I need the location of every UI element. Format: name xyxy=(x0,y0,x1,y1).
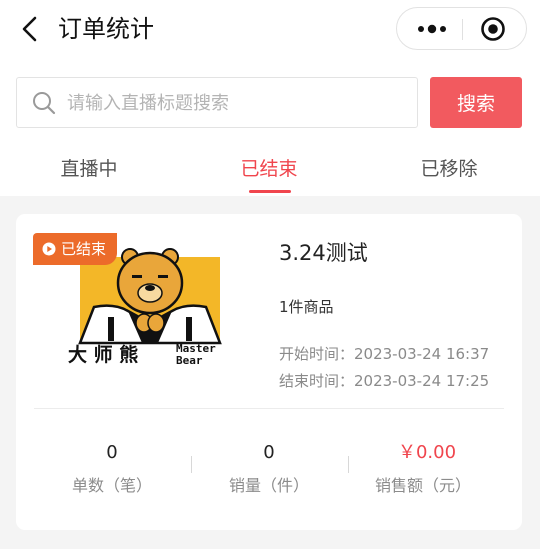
nav-bar: 订单统计 xyxy=(0,0,540,60)
back-arrow-icon[interactable] xyxy=(16,12,46,46)
tab-live[interactable]: 直播中 xyxy=(29,155,149,183)
sales-amount-label: 销售额（元） xyxy=(374,476,471,495)
more-icon[interactable] xyxy=(415,20,449,38)
sales-volume-value: 0 xyxy=(263,442,275,463)
svg-text:大 师 熊: 大 师 熊 xyxy=(68,343,138,366)
live-title: 3.24测试 xyxy=(279,241,368,265)
page-title: 订单统计 xyxy=(58,15,154,43)
card-divider xyxy=(34,408,504,409)
close-target-icon[interactable] xyxy=(480,16,506,42)
play-circle-icon xyxy=(42,242,56,256)
search-icon xyxy=(33,92,56,115)
sales-volume-label: 销量（件） xyxy=(228,476,309,495)
stat-divider xyxy=(191,456,192,473)
search-button[interactable]: 搜索 xyxy=(430,77,522,128)
mini-program-capsule xyxy=(396,7,527,50)
tab-ended[interactable]: 已结束 xyxy=(209,155,329,183)
svg-text:Bear: Bear xyxy=(176,354,203,367)
order-count-value: 0 xyxy=(106,442,118,463)
active-tab-indicator xyxy=(249,190,291,193)
capsule-divider xyxy=(462,19,463,40)
tab-removed[interactable]: 已移除 xyxy=(389,155,509,183)
status-badge: 已结束 xyxy=(33,233,117,265)
goods-count: 1件商品 xyxy=(279,298,334,316)
start-time: 开始时间：2023-03-24 16:37 xyxy=(279,345,490,363)
status-badge-label: 已结束 xyxy=(61,240,107,258)
search-input[interactable] xyxy=(67,86,407,120)
order-count-label: 单数（笔） xyxy=(71,476,152,495)
search-box xyxy=(16,77,418,128)
end-time: 结束时间：2023-03-24 17:25 xyxy=(279,372,490,390)
sales-amount-value: ￥0.00 xyxy=(397,442,457,463)
stat-divider xyxy=(348,456,349,473)
